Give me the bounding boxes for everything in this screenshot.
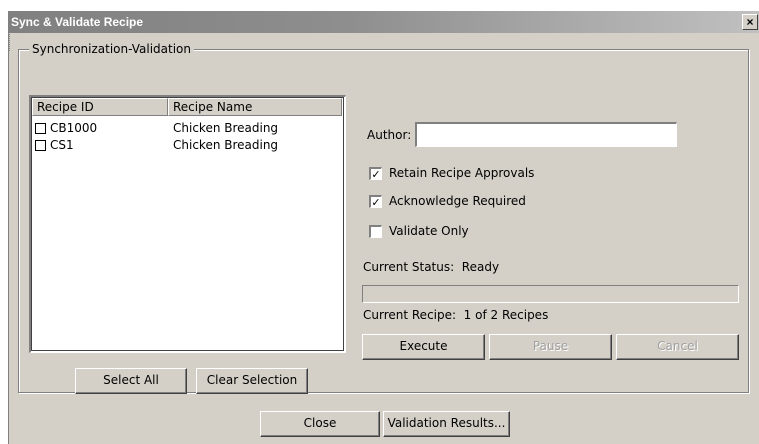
current-status-text: Current Status: Ready <box>363 260 500 274</box>
current-recipe-text: Current Recipe: 1 of 2 Recipes <box>363 308 549 322</box>
recipe-id: CB1000 <box>50 121 98 135</box>
retain-approvals-label: Retain Recipe Approvals <box>389 166 535 180</box>
column-header-recipe-name[interactable]: Recipe Name <box>168 98 342 116</box>
groupbox-label: Synchronization-Validation <box>29 42 194 56</box>
list-header: Recipe ID Recipe Name <box>32 98 344 116</box>
recipe-name: Chicken Breading <box>173 138 279 152</box>
retain-approvals-checkbox[interactable]: ✓ <box>369 167 382 180</box>
recipe-name: Chicken Breading <box>173 121 279 135</box>
validate-only-checkbox[interactable] <box>369 225 382 238</box>
execute-button[interactable]: Execute <box>362 334 485 360</box>
acknowledge-required-checkbox[interactable]: ✓ <box>369 195 382 208</box>
author-label: Author: <box>367 128 412 142</box>
validation-results-button[interactable]: Validation Results... <box>383 411 510 437</box>
title-bar[interactable]: Sync & Validate Recipe × <box>9 11 759 33</box>
row-checkbox[interactable] <box>35 140 46 151</box>
row-checkbox[interactable] <box>35 123 46 134</box>
close-window-button[interactable]: × <box>742 14 758 30</box>
recipe-row-cb1000[interactable]: CB1000 Chicken Breading <box>35 121 278 137</box>
clear-selection-button[interactable]: Clear Selection <box>196 368 308 394</box>
recipe-list[interactable]: Recipe ID Recipe Name CB1000 Chicken Bre… <box>29 95 346 353</box>
recipe-id: CS1 <box>50 138 74 152</box>
author-input[interactable] <box>415 122 677 147</box>
window-title: Sync & Validate Recipe <box>11 15 144 29</box>
cancel-button[interactable]: Cancel <box>616 334 739 360</box>
close-button[interactable]: Close <box>260 411 380 437</box>
recipe-row-cs1[interactable]: CS1 Chicken Breading <box>35 138 278 154</box>
progress-bar <box>362 285 739 303</box>
column-header-recipe-id[interactable]: Recipe ID <box>32 98 168 116</box>
select-all-button[interactable]: Select All <box>75 368 187 394</box>
validate-only-label: Validate Only <box>389 224 469 238</box>
acknowledge-required-label: Acknowledge Required <box>389 194 526 208</box>
pause-button[interactable]: Pause <box>489 334 612 360</box>
